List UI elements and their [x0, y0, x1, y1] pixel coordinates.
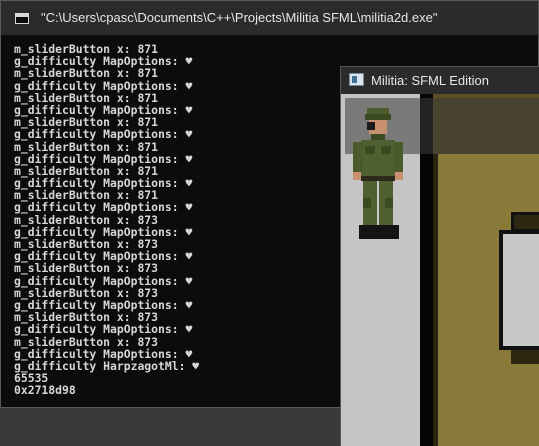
app-window-icon [349, 73, 364, 86]
console-app-icon [15, 13, 29, 24]
game-canvas[interactable] [341, 94, 539, 446]
console-line: m_sliderButton x: 873 [14, 261, 159, 276]
crate-sprite [499, 230, 539, 350]
crate-base [511, 350, 539, 364]
console-line: g_difficulty MapOptions: ♥ [14, 78, 193, 93]
game-window[interactable]: Militia: SFML Edition [340, 66, 539, 446]
floor-edge [433, 154, 438, 446]
console-titlebar[interactable]: "C:\Users\cpasc\Documents\C++\Projects\M… [1, 1, 538, 35]
console-line: m_sliderButton x: 873 [14, 212, 159, 227]
console-line: g_difficulty HarpzagotMl: ♥ [14, 358, 200, 373]
console-line: g_difficulty MapOptions: ♥ [14, 273, 193, 288]
console-line: m_sliderButton x: 871 [14, 66, 159, 81]
console-line: g_difficulty MapOptions: ♥ [14, 127, 193, 142]
console-output[interactable]: m_sliderButton x: 871 g_difficulty MapOpt… [14, 43, 344, 398]
crate-top [511, 212, 539, 232]
game-titlebar[interactable]: Militia: SFML Edition [341, 67, 539, 94]
console-line: m_sliderButton x: 873 [14, 334, 159, 349]
console-line: 0x2718d98 [14, 383, 76, 398]
game-title: Militia: SFML Edition [371, 73, 489, 88]
console-line: g_difficulty MapOptions: ♥ [14, 200, 193, 215]
console-title: "C:\Users\cpasc\Documents\C++\Projects\M… [41, 10, 438, 25]
console-line: g_difficulty MapOptions: ♥ [14, 322, 193, 337]
console-line: m_sliderButton x: 871 [14, 139, 159, 154]
soldier-sprite [353, 108, 403, 239]
